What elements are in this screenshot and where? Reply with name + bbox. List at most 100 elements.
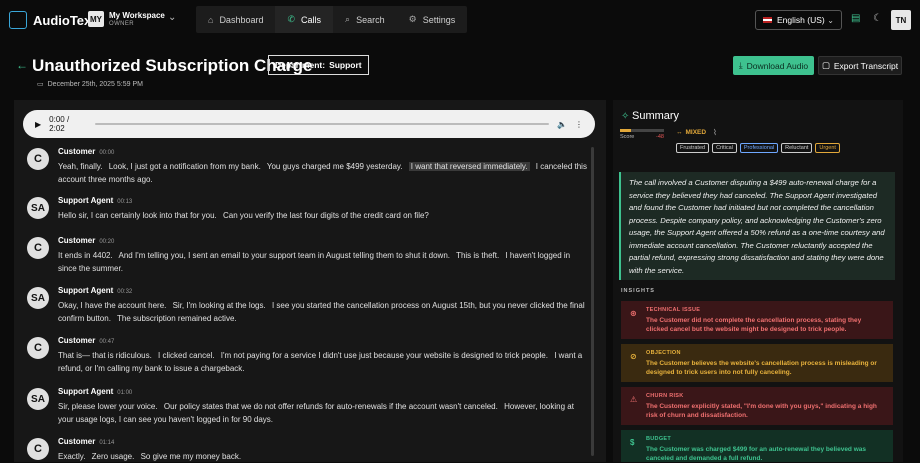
transcript-segment[interactable]: Yeah, finally. bbox=[58, 162, 102, 171]
message-text: Hello sir, I can certainly look into tha… bbox=[58, 209, 588, 222]
gear-icon: ⚙ bbox=[408, 14, 417, 24]
summary-title: Summary bbox=[632, 110, 680, 122]
user-avatar[interactable]: TN bbox=[891, 10, 911, 30]
insight-card[interactable]: $ BUDGET The Customer was charged $499 for… bbox=[621, 430, 893, 462]
language-select[interactable]: English (US) ⌄ bbox=[755, 10, 842, 30]
emotion-tag: Professional bbox=[739, 143, 779, 153]
message-timestamp[interactable]: 00:00 bbox=[99, 150, 114, 156]
message-timestamp[interactable]: 00:32 bbox=[117, 289, 132, 295]
emotion-tags: Frustrated Critical Professional Reluctant U… bbox=[676, 143, 840, 153]
transcript-segment[interactable]: Look, I just got a notification from my … bbox=[109, 162, 261, 171]
transcript-segment[interactable]: Exactly. bbox=[58, 452, 85, 461]
speaker-avatar: SA bbox=[27, 197, 49, 219]
transcript-segment[interactable]: I'm not paying for a service I didn't us… bbox=[221, 351, 548, 360]
insight-card[interactable]: ⚠ CHURN RISK The Customer explicitly state… bbox=[621, 387, 893, 425]
insight-text: The Customer explicitly stated, "I'm don… bbox=[646, 403, 877, 419]
play-icon[interactable]: ▶ bbox=[35, 120, 41, 129]
message-timestamp[interactable]: 00:20 bbox=[99, 239, 114, 245]
arrows-icon: ↔ bbox=[676, 129, 683, 136]
nav-item-dashboard[interactable]: ⌂ Dashboard bbox=[196, 6, 275, 33]
insight-text: The Customer did not complete the cancel… bbox=[646, 317, 862, 333]
insight-card[interactable]: ⊛ TECHNICAL ISSUE The Customer did not com… bbox=[621, 301, 893, 339]
transcript-segment[interactable]: Hello sir, I can certainly look into tha… bbox=[58, 211, 217, 220]
message-timestamp[interactable]: 00:13 bbox=[117, 199, 132, 205]
workspace-avatar[interactable]: MY bbox=[88, 11, 104, 27]
transcript-segment[interactable]: So give me my money back. bbox=[141, 452, 241, 461]
nav-item-label: Settings bbox=[422, 14, 456, 25]
nav-item-calls[interactable]: ✆ Calls bbox=[275, 6, 334, 33]
more-options-icon[interactable]: ⋮ bbox=[575, 120, 583, 129]
transcript-segment[interactable]: The subscription remained active. bbox=[117, 314, 237, 323]
home-icon: ⌂ bbox=[208, 14, 214, 25]
export-label: Export Transcript bbox=[833, 60, 899, 71]
score-label: Score bbox=[620, 134, 635, 140]
message-timestamp[interactable]: 01:14 bbox=[99, 440, 114, 446]
insights-label: INSIGHTS bbox=[621, 288, 655, 294]
insight-text: The Customer was charged $499 for an aut… bbox=[646, 446, 866, 462]
speaker-name: Customer 00:47 bbox=[58, 336, 115, 345]
summary-text: The call involved a Customer disputing a… bbox=[619, 172, 895, 280]
sentiment-label: MIXED bbox=[685, 129, 707, 136]
message-text: Okay, I have the account here. Sir, I'm … bbox=[58, 299, 588, 325]
score-value: -48 bbox=[656, 134, 664, 140]
department-label: Department: bbox=[275, 60, 326, 70]
transcript-segment[interactable]: Sir, please lower your voice. bbox=[58, 402, 158, 411]
score-bar bbox=[620, 129, 664, 132]
speaker-avatar: C bbox=[27, 337, 49, 359]
alert-circle-icon: ⊛ bbox=[630, 309, 637, 318]
nav-item-label: Dashboard bbox=[219, 14, 264, 25]
chevron-down-icon[interactable]: ⌄ bbox=[168, 12, 176, 23]
speaker-name: Customer 01:14 bbox=[58, 437, 115, 446]
speaker-name: Support Agent 00:32 bbox=[58, 286, 133, 295]
transcript-segment[interactable]: Zero usage. bbox=[92, 452, 135, 461]
document-icon[interactable]: ▤ bbox=[851, 13, 860, 24]
top-bar: AudioText MY My Workspace OWNER ⌄ ⌂ Dash… bbox=[0, 0, 920, 42]
transcript-segment[interactable]: It ends in 4402. bbox=[58, 251, 113, 260]
transcript-segment[interactable]: Can you verify the last four digits of t… bbox=[223, 211, 429, 220]
app-name: AudioText bbox=[33, 13, 96, 28]
message-timestamp[interactable]: 01:00 bbox=[117, 390, 132, 396]
transcript-segment[interactable]: This is theft. bbox=[456, 251, 499, 260]
nav-item-search[interactable]: ⌕ Search bbox=[333, 6, 397, 33]
transcript-segment[interactable]: Sir, I'm looking at the logs. bbox=[173, 301, 266, 310]
insight-type: TECHNICAL ISSUE bbox=[646, 307, 701, 313]
call-date: ▭ December 25th, 2025 5:59 PM bbox=[37, 80, 143, 89]
transcript-segment[interactable]: And I'm telling you, I sent an email to … bbox=[119, 251, 450, 260]
transcript-segment[interactable]: You guys charged me $499 yesterday. bbox=[267, 162, 403, 171]
transcript-segment[interactable]: That is— that is ridiculous. bbox=[58, 351, 152, 360]
chart-icon[interactable]: ⌇ bbox=[713, 128, 717, 137]
transcript-segment[interactable]: I want that reversed immediately. bbox=[408, 162, 530, 171]
moon-icon[interactable]: ☾ bbox=[873, 13, 882, 24]
nav-item-settings[interactable]: ⚙ Settings bbox=[397, 6, 468, 33]
speaker-avatar: C bbox=[27, 148, 49, 170]
transcript-segment[interactable]: I clicked cancel. bbox=[158, 351, 214, 360]
audio-player[interactable]: ▶ 0:00 / 2:02 🔈 ⋮ bbox=[23, 110, 595, 138]
sentiment-badge: ↔ MIXED bbox=[676, 129, 706, 136]
score-bar-fill bbox=[620, 129, 632, 132]
insight-type: OBJECTION bbox=[646, 350, 681, 356]
speaker-avatar: C bbox=[27, 237, 49, 259]
message-text: Yeah, finally. Look, I just got a notifi… bbox=[58, 160, 588, 186]
message-timestamp[interactable]: 00:47 bbox=[99, 339, 114, 345]
insight-card[interactable]: ⊘ OBJECTION The Customer believes the webs… bbox=[621, 344, 893, 382]
back-arrow-icon[interactable]: ← bbox=[16, 58, 28, 72]
transcript-segment[interactable]: Our policy states that we do not offer r… bbox=[164, 402, 498, 411]
audio-progress-track[interactable] bbox=[94, 123, 550, 125]
search-icon: ⌕ bbox=[345, 14, 351, 24]
transcript-segment[interactable]: Okay, I have the account here. bbox=[58, 301, 166, 310]
department-value: Support bbox=[329, 60, 362, 70]
speaker-name: Support Agent 01:00 bbox=[58, 387, 133, 396]
phone-icon: ✆ bbox=[287, 14, 296, 24]
insight-text: The Customer believes the website's canc… bbox=[646, 360, 877, 376]
volume-icon[interactable]: 🔈 bbox=[557, 120, 567, 129]
transcript-scrollbar[interactable] bbox=[591, 147, 594, 456]
language-label: English (US) bbox=[777, 15, 825, 25]
warning-icon: ⚠ bbox=[630, 395, 638, 404]
export-transcript-button[interactable]: ▢ Export Transcript bbox=[818, 56, 902, 75]
emotion-tag: Urgent bbox=[815, 143, 840, 153]
download-audio-button[interactable]: ⤓ Download Audio bbox=[733, 56, 814, 75]
main-nav: ⌂ Dashboard ✆ Calls ⌕ Search ⚙ Settings bbox=[196, 6, 468, 33]
audio-time: 0:00 / 2:02 bbox=[49, 115, 70, 133]
workspace-name[interactable]: My Workspace bbox=[109, 11, 165, 20]
call-date-text: December 25th, 2025 5:59 PM bbox=[47, 80, 143, 88]
